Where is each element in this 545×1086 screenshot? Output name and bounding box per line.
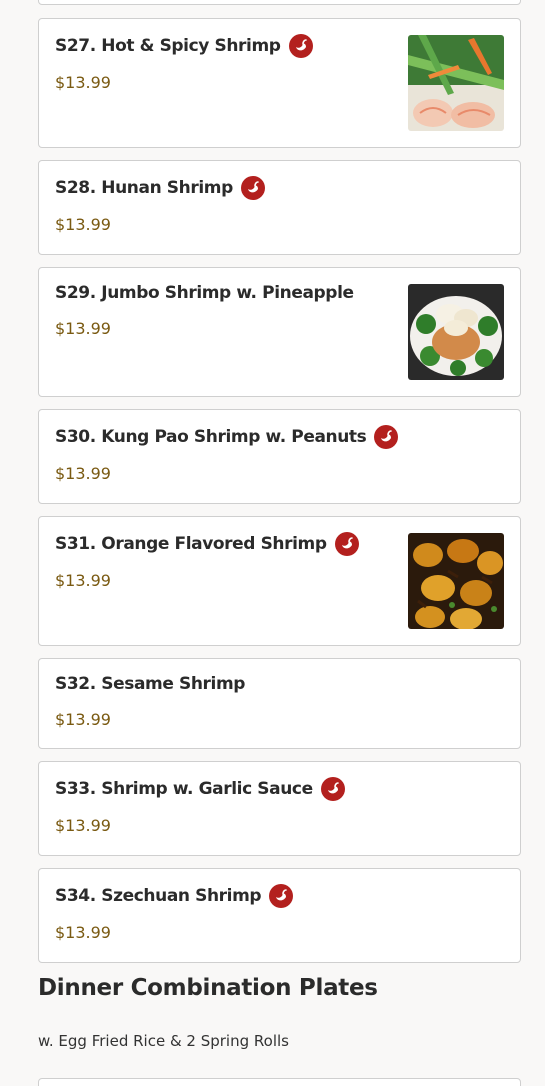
shrimp-with-scallions-and-carrots-photo xyxy=(408,35,504,131)
menu-item-card-partial[interactable] xyxy=(38,0,521,5)
menu-item-card[interactable]: S27. Hot & Spicy Shrimp $13.99 xyxy=(38,18,521,148)
spicy-pepper-icon xyxy=(240,176,265,200)
menu-item-card[interactable]: S30. Kung Pao Shrimp w. Peanuts $13.99 xyxy=(38,409,521,504)
item-price: $13.99 xyxy=(55,923,111,942)
item-name-row: S27. Hot & Spicy Shrimp xyxy=(55,34,313,58)
item-name: S29. Jumbo Shrimp w. Pineapple xyxy=(55,283,354,303)
menu-item-card[interactable]: S28. Hunan Shrimp $13.99 xyxy=(38,160,521,255)
shrimp-with-broccoli-and-pineapple-photo xyxy=(408,284,504,380)
orange-glazed-shrimp-photo xyxy=(408,533,504,629)
item-name-row: S33. Shrimp w. Garlic Sauce xyxy=(55,777,345,801)
item-name-row: S29. Jumbo Shrimp w. Pineapple xyxy=(55,283,354,303)
item-price: $13.99 xyxy=(55,464,111,483)
item-name: S32. Sesame Shrimp xyxy=(55,674,246,694)
menu-item-card[interactable]: S29. Jumbo Shrimp w. Pineapple $13.99 xyxy=(38,267,521,397)
item-price: $13.99 xyxy=(55,73,111,92)
spicy-pepper-icon xyxy=(320,777,345,801)
menu-item-card[interactable]: S33. Shrimp w. Garlic Sauce $13.99 xyxy=(38,761,521,856)
item-name-row: S31. Orange Flavored Shrimp xyxy=(55,532,359,556)
item-name: S28. Hunan Shrimp xyxy=(55,178,233,198)
item-price: $13.99 xyxy=(55,571,111,590)
item-name: S30. Kung Pao Shrimp w. Peanuts xyxy=(55,427,367,447)
menu-item-card[interactable]: S34. Szechuan Shrimp $13.99 xyxy=(38,868,521,963)
item-name-row: S30. Kung Pao Shrimp w. Peanuts xyxy=(55,425,399,449)
item-name: S34. Szechuan Shrimp xyxy=(55,886,262,906)
spicy-pepper-icon xyxy=(269,884,294,908)
item-name-row: S28. Hunan Shrimp xyxy=(55,176,265,200)
item-price: $13.99 xyxy=(55,319,111,338)
section-title: Dinner Combination Plates xyxy=(38,975,378,1001)
menu-item-card[interactable]: S31. Orange Flavored Shrimp $13.99 xyxy=(38,516,521,646)
spicy-pepper-icon xyxy=(288,34,313,58)
item-name-row: S32. Sesame Shrimp xyxy=(55,674,245,694)
section-subtitle: w. Egg Fried Rice & 2 Spring Rolls xyxy=(38,1032,289,1050)
item-price: $13.99 xyxy=(55,710,111,729)
menu-item-card-partial[interactable] xyxy=(38,1078,521,1086)
spicy-pepper-icon xyxy=(374,425,399,449)
item-price: $13.99 xyxy=(55,215,111,234)
item-name: S27. Hot & Spicy Shrimp xyxy=(55,36,281,56)
menu-item-card[interactable]: S32. Sesame Shrimp $13.99 xyxy=(38,658,521,749)
item-name: S31. Orange Flavored Shrimp xyxy=(55,534,327,554)
item-name: S33. Shrimp w. Garlic Sauce xyxy=(55,779,313,799)
item-name-row: S34. Szechuan Shrimp xyxy=(55,884,294,908)
item-price: $13.99 xyxy=(55,816,111,835)
spicy-pepper-icon xyxy=(334,532,359,556)
